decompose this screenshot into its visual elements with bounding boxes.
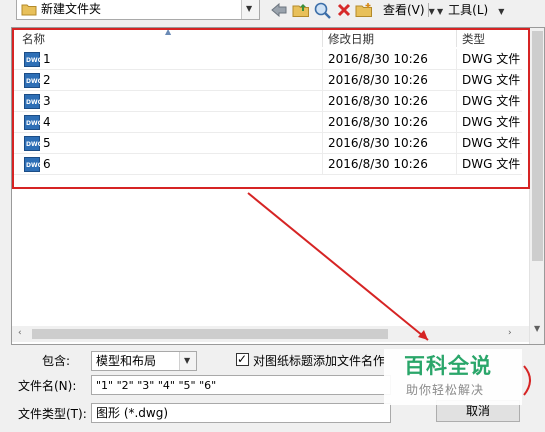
watermark-subtitle: 助你轻松解决 bbox=[406, 383, 485, 397]
red-arrow-line bbox=[247, 192, 429, 341]
red-circle-arc bbox=[523, 365, 531, 396]
watermark: 百科全说 助你轻松解决 bbox=[384, 349, 522, 405]
watermark-title: 百科全说 bbox=[404, 354, 492, 378]
red-arrow-head bbox=[418, 330, 428, 340]
